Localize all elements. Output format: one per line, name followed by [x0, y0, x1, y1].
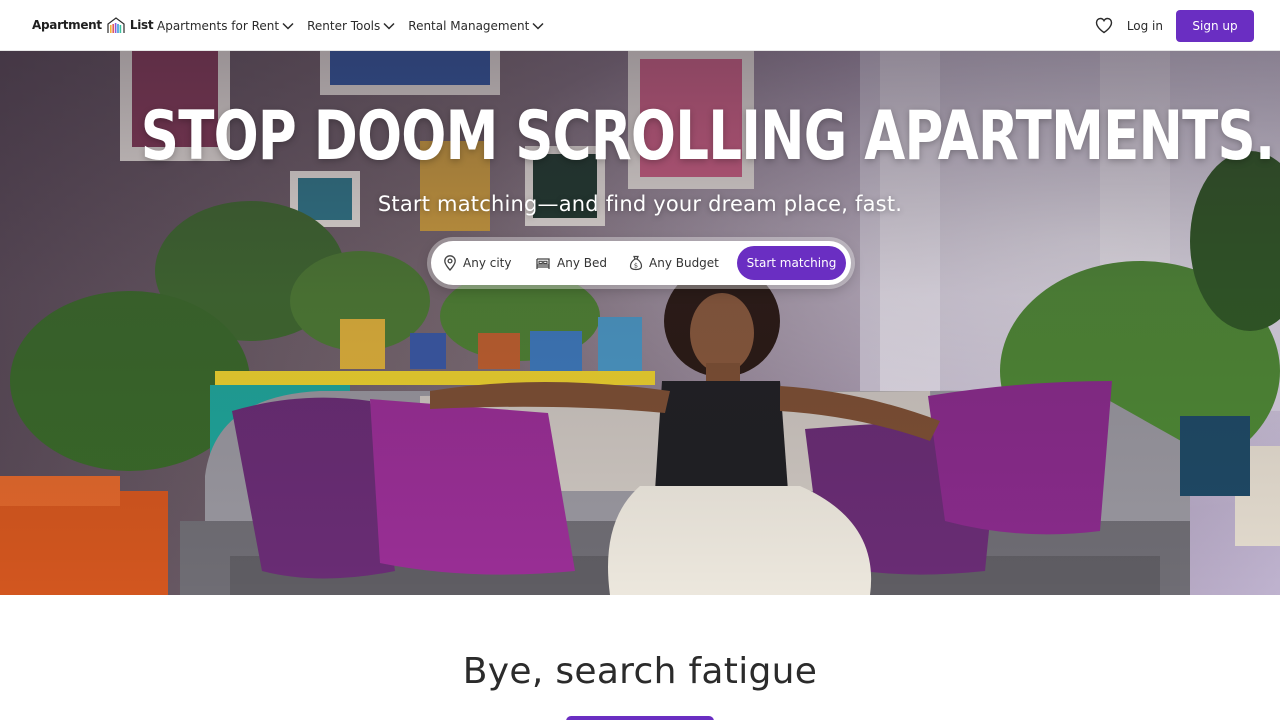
hero-section: STOP DOOM SCROLLING APARTMENTS. Start ma… — [0, 51, 1280, 595]
logo-word-list: List — [129, 18, 154, 32]
bed-icon — [536, 258, 550, 269]
primary-nav: Apartments for Rent Renter Tools Rental … — [157, 0, 557, 51]
signup-button[interactable]: Sign up — [1176, 9, 1254, 42]
start-matching-button[interactable]: Start matching — [737, 246, 846, 280]
heart-icon[interactable] — [1095, 17, 1113, 34]
nav-rental-management[interactable]: Rental Management — [408, 19, 544, 33]
rainbow-building-icon — [107, 17, 125, 33]
chevron-down-icon — [532, 22, 544, 30]
money-bag-icon: $ — [629, 255, 643, 271]
svg-text:$: $ — [634, 261, 638, 269]
nav-renter-tools[interactable]: Renter Tools — [307, 19, 395, 33]
hero-title: STOP DOOM SCROLLING APARTMENTS. — [140, 97, 1275, 176]
budget-selector-label: Any Budget — [649, 256, 719, 270]
login-link[interactable]: Log in — [1127, 19, 1163, 33]
budget-selector[interactable]: $ Any Budget — [629, 241, 719, 285]
logo-word-apartment: Apartment — [32, 18, 102, 32]
nav-apartments-for-rent-label: Apartments for Rent — [157, 18, 280, 33]
city-selector[interactable]: Any city — [443, 241, 511, 285]
bed-selector-label: Any Bed — [557, 256, 607, 270]
chevron-down-icon — [282, 22, 294, 30]
city-selector-label: Any city — [463, 256, 512, 270]
top-navigation: Apartment List Apartments for Rent Rente… — [0, 0, 1280, 51]
nav-rental-management-label: Rental Management — [408, 18, 530, 33]
nav-apartments-for-rent[interactable]: Apartments for Rent — [157, 19, 294, 33]
nav-renter-tools-label: Renter Tools — [307, 18, 381, 33]
account-actions: Log in Sign up — [1095, 0, 1254, 51]
chevron-down-icon — [383, 22, 395, 30]
map-pin-icon — [444, 255, 456, 271]
hero-subtitle: Start matching—and find your dream place… — [377, 192, 903, 216]
section-cta-button[interactable] — [566, 716, 714, 720]
match-search-bar: Any city Any Bed $ Any Budget Start matc… — [431, 241, 851, 285]
bed-selector[interactable]: Any Bed — [535, 241, 607, 285]
apartment-list-logo[interactable]: Apartment List — [32, 15, 154, 35]
section-title: Bye, search fatigue — [462, 651, 818, 692]
